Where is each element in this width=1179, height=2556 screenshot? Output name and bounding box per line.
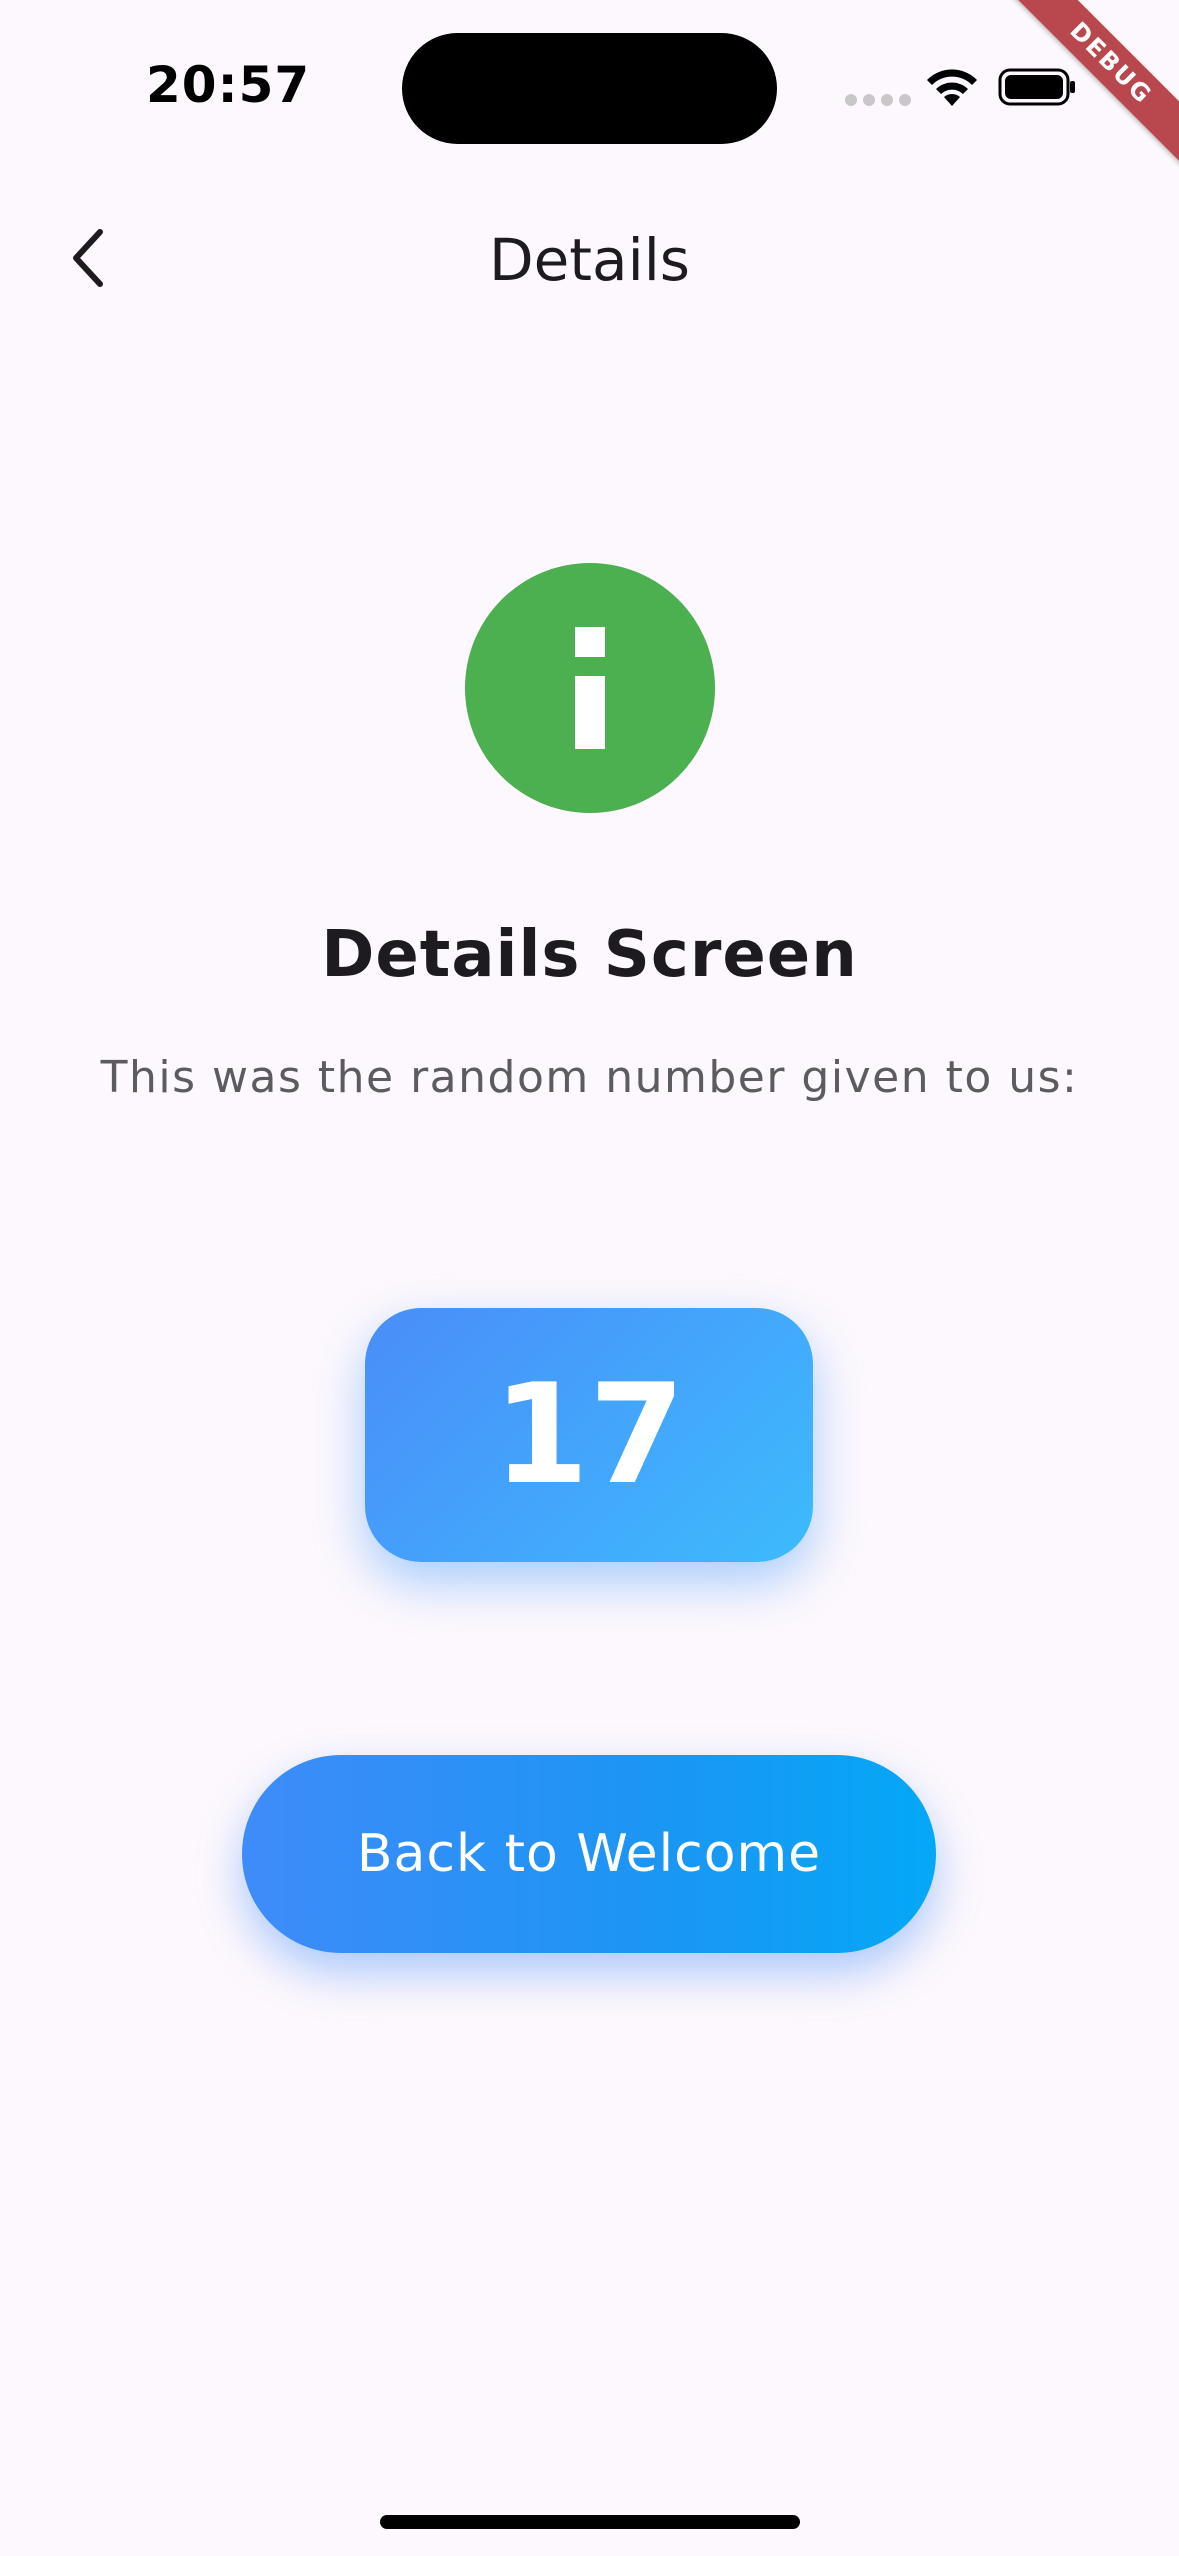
battery-icon <box>998 68 1075 106</box>
back-to-welcome-button[interactable]: Back to Welcome <box>242 1755 936 1953</box>
back-to-welcome-label: Back to Welcome <box>356 1824 822 1884</box>
random-number-value: 17 <box>492 1354 686 1515</box>
screen-heading: Details Screen <box>321 918 858 992</box>
dynamic-island <box>402 33 777 144</box>
screen-subtitle: This was the random number given to us: <box>100 1052 1079 1103</box>
cellular-signal-icon <box>845 94 911 106</box>
info-icon <box>465 563 715 813</box>
random-number-card: 17 <box>365 1308 813 1562</box>
status-time: 20:57 <box>146 56 311 114</box>
wifi-icon <box>927 69 977 106</box>
home-indicator <box>380 2515 800 2529</box>
page-title: Details <box>488 226 691 294</box>
